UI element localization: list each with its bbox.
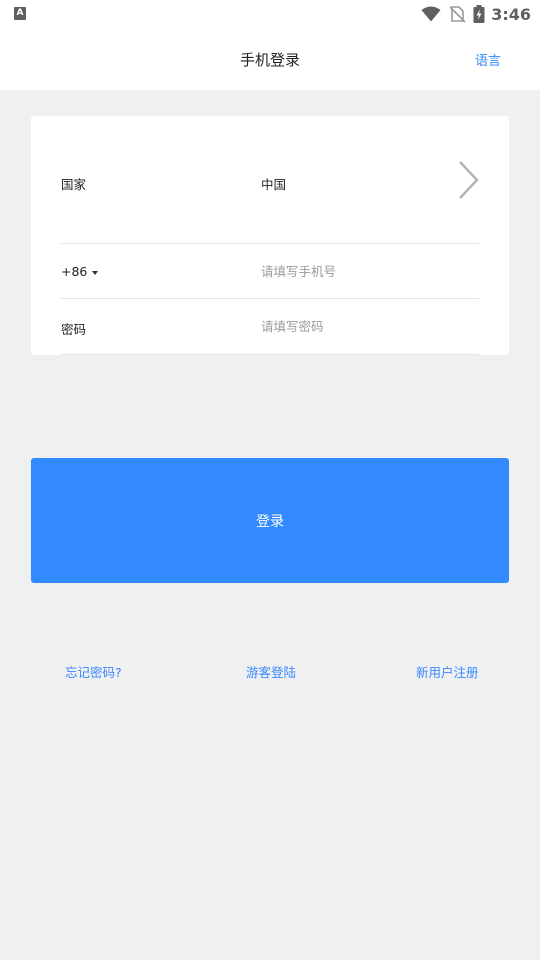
country-label: 国家 <box>61 177 87 192</box>
status-time: 3:46 <box>491 4 531 24</box>
country-code-label: +86 <box>61 264 88 279</box>
app-header: 手机登录 语言 <box>0 28 540 90</box>
status-icons: 3:46 <box>421 3 531 25</box>
register-link[interactable]: 新用户注册 <box>416 662 479 681</box>
password-label: 密码 <box>61 322 87 337</box>
language-button[interactable]: 语言 <box>475 50 501 69</box>
forgot-password-link[interactable]: 忘记密码? <box>65 662 122 681</box>
status-bar: A 3:46 <box>0 0 540 28</box>
notification-icon: A <box>14 7 26 20</box>
battery-charging-icon <box>473 5 485 23</box>
guest-login-link[interactable]: 游客登陆 <box>246 662 296 681</box>
login-button[interactable]: 登录 <box>31 458 509 583</box>
password-input[interactable] <box>261 319 471 334</box>
wifi-icon <box>421 6 441 22</box>
country-selector-row[interactable]: 国家 中国 <box>61 116 479 244</box>
country-value: 中国 <box>261 177 287 192</box>
caret-down-icon <box>92 270 99 275</box>
phone-row: +86 <box>61 244 479 299</box>
phone-input[interactable] <box>261 264 471 279</box>
country-code-dropdown[interactable]: +86 <box>61 264 99 279</box>
chevron-right-icon <box>459 161 479 199</box>
login-form-card: 国家 中国 +86 密码 <box>31 116 509 355</box>
password-row: 密码 <box>61 299 479 355</box>
login-screen: A 3:46 手机登录 语言 国家 中国 +86 请填写手机号 密码 登录 忘记… <box>0 0 540 960</box>
no-sim-icon <box>449 6 466 23</box>
page-title: 手机登录 <box>239 51 300 69</box>
